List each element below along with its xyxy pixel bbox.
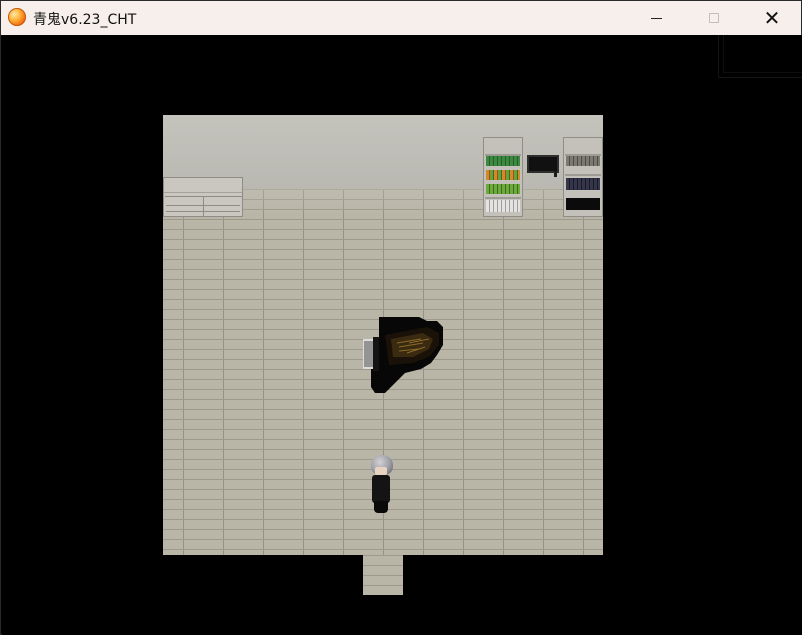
player-legs	[374, 501, 388, 513]
books-gray	[566, 156, 600, 166]
minimize-button[interactable]	[627, 1, 685, 35]
cabinet-shelf-line	[166, 211, 240, 212]
player-character[interactable]	[369, 455, 393, 513]
shelf-board	[565, 174, 601, 176]
cabinet-door-right	[204, 196, 242, 217]
piano-body	[363, 317, 443, 393]
game-window: 青鬼v6.23_CHT ✕	[0, 0, 802, 635]
game-viewport[interactable]	[2, 35, 802, 635]
television[interactable]	[527, 155, 559, 177]
player-body	[372, 475, 390, 503]
shelf-board	[485, 197, 521, 199]
bookshelf-dark[interactable]	[563, 137, 603, 217]
maximize-icon	[709, 13, 719, 23]
books-lime	[486, 184, 520, 194]
faint-window-outline	[718, 35, 802, 78]
books-green	[486, 156, 520, 166]
ao-oni-orb-icon	[8, 8, 26, 26]
maximize-button[interactable]	[685, 1, 743, 35]
low-cabinet[interactable]	[163, 177, 243, 217]
title-bar[interactable]: 青鬼v6.23_CHT ✕	[1, 1, 801, 35]
piano-room	[163, 115, 603, 595]
cabinet-door-left	[165, 196, 204, 217]
books-white	[486, 200, 520, 212]
books-black	[566, 198, 600, 210]
grand-piano[interactable]	[363, 315, 445, 395]
books-orange	[486, 170, 520, 180]
books-navy	[566, 178, 600, 190]
minimize-icon	[650, 17, 662, 19]
close-button[interactable]: ✕	[743, 1, 801, 35]
cabinet-shelf-line	[166, 205, 240, 206]
exit-corridor[interactable]	[363, 555, 403, 595]
close-icon: ✕	[763, 6, 781, 30]
bookshelf-colored[interactable]	[483, 137, 523, 217]
window-title: 青鬼v6.23_CHT	[33, 12, 137, 28]
player-face	[375, 467, 387, 475]
